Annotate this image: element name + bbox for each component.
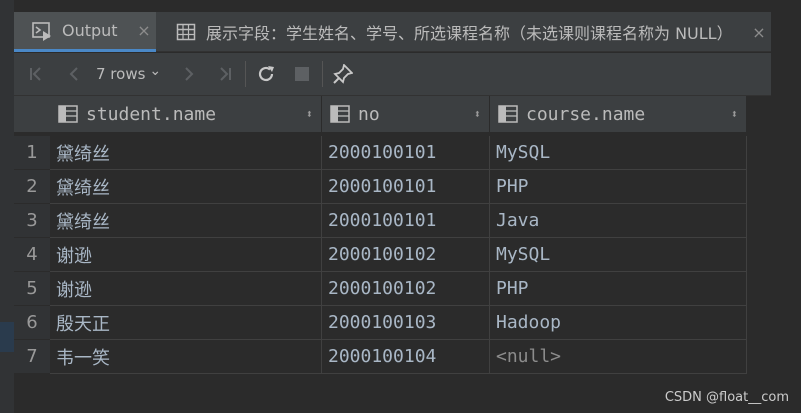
table-row[interactable]: 7 韦一笑 2000100104 <null> <box>14 340 747 374</box>
cell-course-name[interactable]: Hadoop <box>490 306 747 340</box>
sort-icon[interactable]: ⬍ <box>474 107 481 121</box>
cell-course-name[interactable]: <null> <box>490 340 747 374</box>
tab-query-result[interactable]: 展示字段：学生姓名、学号、所选课程名称（未选课则课程名称为 NULL） × <box>172 12 771 52</box>
cell-student-name[interactable]: 谢逊 <box>50 238 322 272</box>
rows-label: 7 rows <box>96 65 146 83</box>
cell-no[interactable]: 2000100104 <box>322 340 490 374</box>
row-number-header <box>14 96 50 132</box>
cell-no[interactable]: 2000100101 <box>322 204 490 238</box>
column-header-course-name[interactable]: course.name ⬍ <box>490 96 747 132</box>
cell-student-name[interactable]: 殷天正 <box>50 306 322 340</box>
gutter-marker <box>0 322 14 352</box>
table-row[interactable]: 1 黛绮丝 2000100101 MySQL <box>14 136 747 170</box>
pin-icon[interactable] <box>331 62 355 86</box>
close-icon[interactable]: × <box>132 21 156 40</box>
table-row[interactable]: 4 谢逊 2000100102 MySQL <box>14 238 747 272</box>
table-row[interactable]: 5 谢逊 2000100102 PHP <box>14 272 747 306</box>
cell-student-name[interactable]: 黛绮丝 <box>50 204 322 238</box>
result-grid: student.name ⬍ no ⬍ course.name ⬍ 1 黛绮丝 … <box>14 96 747 376</box>
column-label: course.name <box>526 103 646 125</box>
console-icon <box>32 21 51 41</box>
row-number: 7 <box>14 340 50 374</box>
rows-dropdown[interactable]: 7 rows ⌄ <box>96 63 162 83</box>
cell-no[interactable]: 2000100103 <box>322 306 490 340</box>
row-number: 4 <box>14 238 50 272</box>
tab-output-label: Output <box>62 21 118 40</box>
cell-no[interactable]: 2000100102 <box>322 272 490 306</box>
cell-course-name[interactable]: MySQL <box>490 136 747 170</box>
cell-course-name[interactable]: PHP <box>490 170 747 204</box>
sort-icon[interactable]: ⬍ <box>731 107 738 121</box>
cell-student-name[interactable]: 黛绮丝 <box>50 136 322 170</box>
column-header-student-name[interactable]: student.name ⬍ <box>50 96 322 132</box>
close-icon[interactable]: × <box>747 23 771 42</box>
column-icon <box>498 105 518 123</box>
result-toolbar: 7 rows ⌄ <box>14 53 771 96</box>
table-row[interactable]: 6 殷天正 2000100103 Hadoop <box>14 306 747 340</box>
toolbar-divider <box>322 61 324 87</box>
row-number: 3 <box>14 204 50 238</box>
column-label: student.name <box>86 103 217 125</box>
cell-course-name[interactable]: MySQL <box>490 238 747 272</box>
cell-no[interactable]: 2000100101 <box>322 136 490 170</box>
toolbar-divider <box>245 61 247 87</box>
tab-query-label: 展示字段：学生姓名、学号、所选课程名称（未选课则课程名称为 NULL） <box>206 24 733 43</box>
cell-no[interactable]: 2000100102 <box>322 238 490 272</box>
refresh-icon[interactable] <box>254 62 278 86</box>
column-icon <box>58 105 78 123</box>
cell-course-name[interactable]: PHP <box>490 272 747 306</box>
first-page-icon[interactable] <box>24 62 48 86</box>
row-number: 2 <box>14 170 50 204</box>
cell-student-name[interactable]: 韦一笑 <box>50 340 322 374</box>
chevron-down-icon: ⌄ <box>149 63 162 79</box>
row-number: 6 <box>14 306 50 340</box>
row-number: 5 <box>14 272 50 306</box>
watermark-text: CSDN @float__com <box>664 390 789 405</box>
next-page-icon[interactable] <box>177 62 201 86</box>
sort-icon[interactable]: ⬍ <box>306 107 313 121</box>
column-header-no[interactable]: no ⬍ <box>322 96 490 132</box>
table-row[interactable]: 2 黛绮丝 2000100101 PHP <box>14 170 747 204</box>
column-label: no <box>358 103 380 125</box>
cell-course-name[interactable]: Java <box>490 204 747 238</box>
cell-student-name[interactable]: 谢逊 <box>50 272 322 306</box>
column-icon <box>330 105 350 123</box>
tab-output[interactable]: Output × <box>14 12 156 52</box>
row-number: 1 <box>14 136 50 170</box>
tab-bar: Output × 展示字段：学生姓名、学号、所选课程名称（未选课则课程名称为 N… <box>14 12 771 52</box>
cell-no[interactable]: 2000100101 <box>322 170 490 204</box>
stop-icon[interactable] <box>290 62 314 86</box>
prev-page-icon[interactable] <box>62 62 86 86</box>
table-row[interactable]: 3 黛绮丝 2000100101 Java <box>14 204 747 238</box>
cell-student-name[interactable]: 黛绮丝 <box>50 170 322 204</box>
last-page-icon[interactable] <box>213 62 237 86</box>
table-icon <box>176 23 196 41</box>
